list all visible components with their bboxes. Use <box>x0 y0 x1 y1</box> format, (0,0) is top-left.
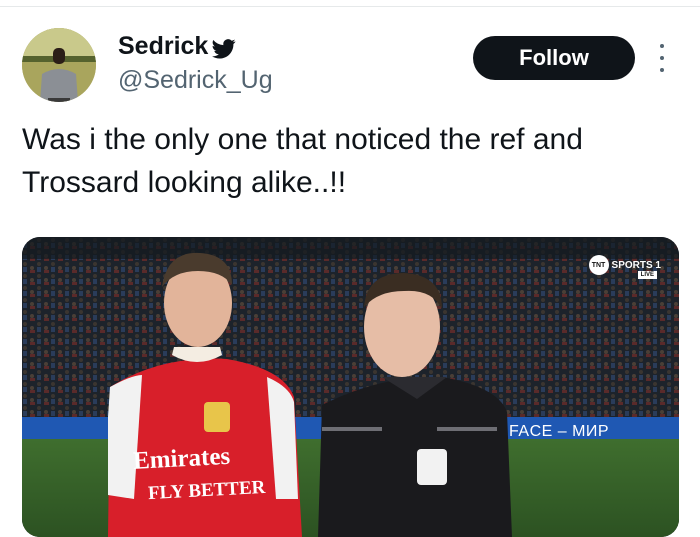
follow-button[interactable]: Follow <box>473 36 635 80</box>
twitter-bird-icon <box>212 36 236 59</box>
tweet-media[interactable]: TNT SPORTS 1 LIVE FACE – МИР Emirates FL… <box>22 237 679 537</box>
live-tag: LIVE <box>637 271 657 279</box>
tnt-logo: TNT <box>588 255 609 275</box>
tweet-text: Was i the only one that noticed the ref … <box>22 123 583 199</box>
ad-board-text: FACE – МИР <box>509 423 610 440</box>
broadcaster-name: SPORTS 1 <box>611 259 661 271</box>
shirt-sponsor-text: Emirates <box>132 442 231 475</box>
top-divider <box>0 6 700 7</box>
media-photo <box>22 237 679 537</box>
user-handle[interactable]: @Sedrick_Ug <box>118 65 273 95</box>
broadcaster-badge: TNT SPORTS 1 LIVE <box>588 255 661 279</box>
display-name-text[interactable]: Sedrick <box>118 31 208 61</box>
more-options-icon[interactable] <box>654 44 670 72</box>
avatar[interactable] <box>22 28 96 102</box>
display-name[interactable]: Sedrick <box>118 31 236 61</box>
